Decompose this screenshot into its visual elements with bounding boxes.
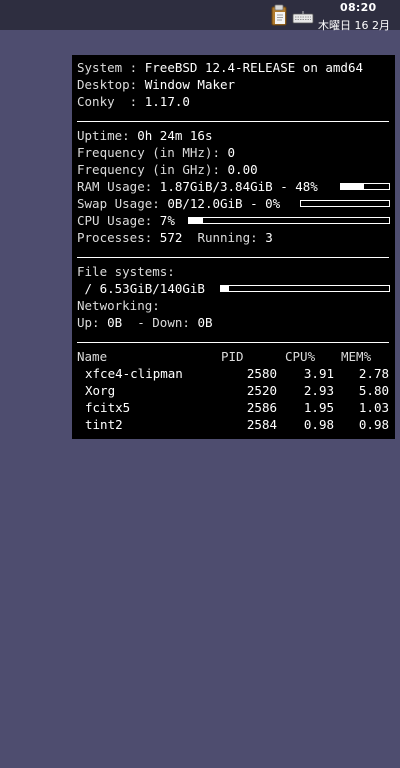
separator — [77, 342, 389, 343]
up-label: Up: — [77, 315, 100, 330]
process-cpu: 2.93 — [303, 383, 334, 398]
running-label: Running: — [197, 230, 258, 245]
freq-mhz-value: 0 — [227, 145, 236, 160]
conky-label: Conky : — [77, 94, 138, 109]
process-cpu: 3.91 — [303, 366, 334, 381]
processes-row: Processes: 572 Running: 3 — [77, 229, 273, 246]
process-pid: 2520 — [246, 383, 277, 398]
process-name: fcitx5 — [85, 400, 131, 415]
process-pid: 2584 — [246, 417, 277, 432]
cpu-usage-fill — [189, 218, 203, 223]
fs-value: 6.53GiB/140GiB — [99, 281, 205, 296]
uptime-label: Uptime: — [77, 128, 130, 143]
up-value: 0B — [107, 315, 123, 330]
freq-mhz-row: Frequency (in MHz): 0 — [77, 144, 235, 161]
ram-value: 1.87GiB/3.84GiB - 48% — [159, 179, 318, 194]
ram-usage-bar — [340, 183, 390, 190]
process-cpu: 1.95 — [303, 400, 334, 415]
cpu-row: CPU Usage: 7% — [77, 212, 175, 229]
process-cpu: 0.98 — [303, 417, 334, 432]
keyboard-icon[interactable] — [292, 9, 314, 24]
process-mem: 1.03 — [358, 400, 389, 415]
swap-row: Swap Usage: 0B/12.0GiB - 0% — [77, 195, 280, 212]
running-value: 3 — [265, 230, 273, 245]
cpu-usage-bar — [188, 217, 390, 224]
freq-ghz-label: Frequency (in GHz): — [77, 162, 220, 177]
header-cpu: CPU% — [285, 349, 316, 364]
process-name: Xorg — [85, 383, 116, 398]
clipboard-icon[interactable] — [270, 4, 290, 26]
ram-usage-fill — [341, 184, 365, 189]
system-label: System : — [77, 60, 138, 75]
process-name: tint2 — [85, 417, 123, 432]
ram-label: RAM Usage: — [77, 179, 153, 194]
net-label: Networking: — [77, 298, 160, 313]
process-pid: 2580 — [246, 366, 277, 381]
conky-version-value: 1.17.0 — [144, 94, 190, 109]
conky-version-row: Conky : 1.17.0 — [77, 93, 190, 110]
ram-row: RAM Usage: 1.87GiB/3.84GiB - 48% — [77, 178, 318, 195]
header-pid: PID — [221, 349, 244, 364]
processes-value: 572 — [159, 230, 183, 245]
system-value: FreeBSD 12.4-RELEASE on amd64 — [144, 60, 363, 75]
process-mem: 0.98 — [358, 417, 389, 432]
header-name: Name — [77, 349, 108, 364]
separator — [77, 257, 389, 258]
fs-usage-bar — [220, 285, 390, 292]
process-name: xfce4-clipman — [85, 366, 183, 381]
fs-heading: File systems: — [77, 263, 175, 280]
cpu-label: CPU Usage: — [77, 213, 153, 228]
conky-window: System : FreeBSD 12.4-RELEASE on amd64 D… — [72, 55, 395, 439]
process-pid: 2586 — [246, 400, 277, 415]
freq-ghz-row: Frequency (in GHz): 0.00 — [77, 161, 258, 178]
swap-label: Swap Usage: — [77, 196, 160, 211]
clock-time: 08:20 — [340, 1, 377, 14]
clock[interactable]: 08:20 木曜日 16 2月 — [318, 0, 400, 32]
freq-mhz-label: Frequency (in MHz): — [77, 145, 220, 160]
net-heading: Networking: — [77, 297, 160, 314]
cpu-value: 7% — [159, 213, 175, 228]
processes-label: Processes: — [77, 230, 153, 245]
desktop-row: Desktop: Window Maker — [77, 76, 235, 93]
process-mem: 2.78 — [358, 366, 389, 381]
down-label: - Down: — [137, 315, 190, 330]
header-mem: MEM% — [341, 349, 372, 364]
swap-usage-bar — [300, 200, 390, 207]
freq-ghz-value: 0.00 — [227, 162, 258, 177]
fs-row: / 6.53GiB/140GiB — [77, 280, 205, 297]
uptime-value: 0h 24m 16s — [137, 128, 213, 143]
desktop-label: Desktop: — [77, 77, 138, 92]
system-row: System : FreeBSD 12.4-RELEASE on amd64 — [77, 59, 363, 76]
fs-usage-fill — [221, 286, 229, 291]
swap-value: 0B/12.0GiB - 0% — [167, 196, 281, 211]
uptime-row: Uptime: 0h 24m 16s — [77, 127, 212, 144]
fs-label: File systems: — [77, 264, 175, 279]
net-row: Up: 0B - Down: 0B — [77, 314, 213, 331]
process-mem: 5.80 — [358, 383, 389, 398]
fs-mount: / — [84, 281, 93, 296]
top-panel: 08:20 木曜日 16 2月 — [0, 0, 400, 32]
down-value: 0B — [197, 315, 213, 330]
separator — [77, 121, 389, 122]
clock-date: 木曜日 16 2月 — [318, 19, 390, 32]
desktop-value: Window Maker — [144, 77, 236, 92]
